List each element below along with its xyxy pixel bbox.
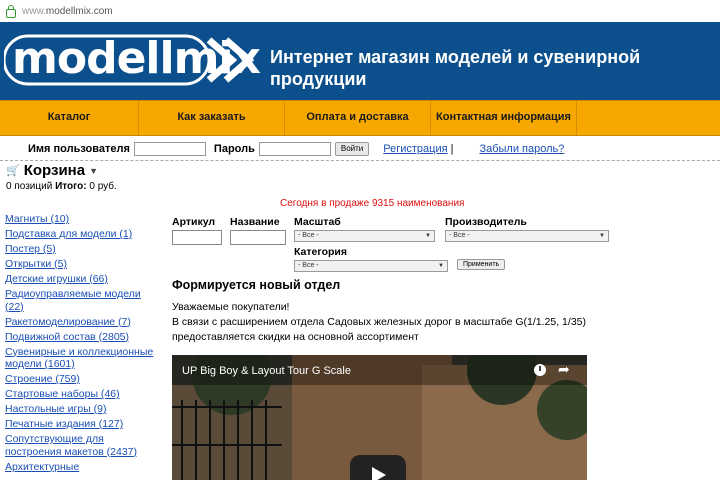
password-label: Пароль — [213, 143, 255, 155]
manufacturer-select[interactable]: - Все - ▼ — [445, 230, 609, 242]
share-icon[interactable]: ➦ — [558, 361, 570, 378]
chevron-down-icon[interactable]: ▼ — [89, 166, 98, 176]
sidebar-item-starter-sets[interactable]: Стартовые наборы (46) — [5, 388, 160, 401]
menu-item-payment-delivery[interactable]: Оплата и доставка — [285, 101, 431, 135]
address-bar[interactable]: www.modellmix.com — [0, 0, 720, 23]
sidebar-item-poster[interactable]: Постер (5) — [5, 243, 160, 256]
article-input[interactable] — [172, 230, 222, 245]
today-in-stock: Сегодня в продаже 9315 наименования — [280, 198, 465, 209]
sidebar-item-layout-supplies[interactable]: Сопутствующие для построения макетов (24… — [5, 433, 160, 458]
login-bar: Имя пользователя Пароль Войти Регистраци… — [0, 138, 720, 160]
divider — [0, 160, 720, 161]
sidebar-item-print-media[interactable]: Печатные издания (127) — [5, 418, 160, 431]
news-block: Формируется новый отдел Уважаемые покупа… — [172, 278, 712, 345]
scale-label: Масштаб — [294, 216, 341, 228]
site-slogan: Интернет магазин моделей и сувенирной пр… — [270, 47, 641, 89]
chevron-down-icon: ▼ — [438, 263, 444, 269]
chevron-down-icon: ▼ — [599, 233, 605, 239]
news-title: Формируется новый отдел — [172, 278, 341, 292]
cart-total-value: 0 руб. — [89, 181, 117, 192]
play-button[interactable] — [350, 455, 406, 480]
site-logo[interactable]: modellmix — [4, 32, 261, 88]
name-label: Название — [230, 216, 280, 228]
cart-count: 0 позиций — [6, 181, 53, 192]
lock-icon — [6, 4, 16, 18]
username-label: Имя пользователя — [28, 143, 130, 155]
login-separator: | — [450, 143, 454, 155]
news-line-2: предоставляется скидки на основной ассор… — [172, 331, 419, 343]
sidebar-item-rolling-stock[interactable]: Подвижной состав (2805) — [5, 331, 160, 344]
sidebar-item-postcards[interactable]: Открытки (5) — [5, 258, 160, 271]
register-link[interactable]: Регистрация — [383, 143, 447, 155]
cart-widget[interactable]: 🛒 Корзина ▼ 0 позиций Итого: 0 руб. — [6, 162, 117, 192]
cart-title: Корзина — [23, 162, 86, 179]
forgot-password-link[interactable]: Забыли пароль? — [479, 143, 564, 155]
product-filters: Артикул Название Масштаб - Все - ▼ Произв… — [172, 216, 712, 276]
url-text[interactable]: www.modellmix.com — [22, 6, 113, 17]
video-title[interactable]: UP Big Boy & Layout Tour G Scale — [182, 365, 351, 377]
sidebar-item-board-games[interactable]: Настольные игры (9) — [5, 403, 160, 416]
cart-total-label: Итого: — [55, 181, 87, 192]
password-input[interactable] — [258, 142, 331, 156]
apply-filter-button[interactable]: Применить — [457, 259, 506, 270]
sidebar-item-model-stand[interactable]: Подставка для модели (1) — [5, 228, 160, 241]
username-input[interactable] — [133, 142, 206, 156]
sidebar-item-souvenir-models[interactable]: Сувенирные и коллекционные модели (1601) — [5, 346, 160, 371]
sidebar-item-magnets[interactable]: Магниты (10) — [5, 213, 160, 226]
chevron-down-icon: ▼ — [425, 233, 431, 239]
cart-icon: 🛒 — [6, 165, 20, 177]
menu-item-catalog[interactable]: Каталог — [0, 101, 139, 135]
news-greeting: Уважаемые покупатели! — [172, 301, 290, 313]
scale-select[interactable]: - Все - ▼ — [294, 230, 435, 242]
manufacturer-label: Производитель — [445, 216, 527, 228]
sidebar-item-rc-models[interactable]: Радиоуправляемые модели (22) — [5, 288, 160, 313]
sidebar-item-kids-toys[interactable]: Детские игрушки (66) — [5, 273, 160, 286]
sidebar-item-buildings[interactable]: Строение (759) — [5, 373, 160, 386]
category-select[interactable]: - Все - ▼ — [294, 260, 448, 272]
news-line-1: В связи с расширением отдела Садовых жел… — [172, 316, 586, 328]
video-player[interactable]: UP Big Boy & Layout Tour G Scale ➦ — [172, 355, 587, 480]
name-input[interactable] — [230, 230, 286, 245]
cart-summary: 0 позиций Итого: 0 руб. — [6, 181, 117, 192]
main-menu: Каталог Как заказать Оплата и доставка К… — [0, 100, 720, 136]
sidebar-item-architectural[interactable]: Архитектурные — [5, 461, 160, 474]
menu-item-how-to-order[interactable]: Как заказать — [139, 101, 285, 135]
watch-later-icon[interactable] — [534, 364, 546, 376]
sidebar-item-rocket-modeling[interactable]: Ракетомоделирование (7) — [5, 316, 160, 329]
site-header: modellmix Интернет магазин моделей и сув… — [0, 22, 720, 100]
category-sidebar: Магниты (10) Подставка для модели (1) По… — [5, 213, 160, 476]
article-label: Артикул — [172, 216, 216, 228]
logo-text: modellmix — [12, 33, 261, 84]
login-button[interactable]: Войти — [334, 142, 370, 156]
menu-item-contacts[interactable]: Контактная информация — [431, 101, 577, 135]
category-label: Категория — [294, 246, 348, 258]
